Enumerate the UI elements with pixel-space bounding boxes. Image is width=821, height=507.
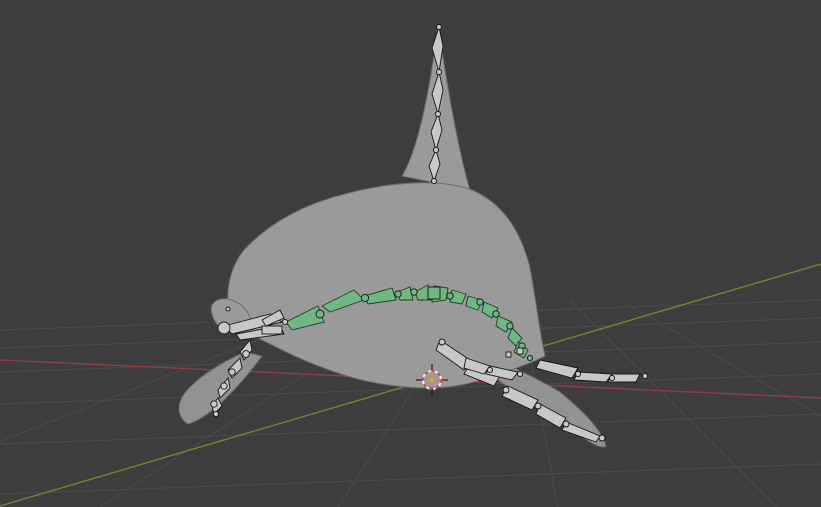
joint-rflip-5[interactable] [562, 420, 570, 428]
joint-spine-7[interactable] [476, 298, 484, 306]
joint-spine-3[interactable] [394, 290, 402, 298]
3d-viewport[interactable] [0, 0, 821, 507]
joint-rflip-6[interactable] [598, 434, 606, 442]
joint-rflip-4[interactable] [534, 402, 542, 410]
joint-spine-9[interactable] [506, 322, 514, 330]
joint-spine-4[interactable] [410, 288, 418, 296]
viewport-canvas[interactable] [0, 0, 821, 507]
joint-lflip-3[interactable] [220, 382, 228, 390]
joint-rflip-3[interactable] [502, 386, 510, 394]
joint-tail-1[interactable] [486, 366, 494, 374]
joint-head-root[interactable] [217, 321, 231, 335]
joint-lflip-2[interactable] [228, 368, 236, 376]
joint-tail-root-2[interactable] [505, 351, 512, 358]
joint-spine-5[interactable] [427, 286, 441, 300]
joint-head-2[interactable] [281, 318, 289, 326]
joint-tail-tip[interactable] [642, 373, 648, 379]
joint-rflip-1[interactable] [438, 338, 446, 346]
joint-dorsal-3[interactable] [432, 146, 440, 154]
joint-dorsal-1[interactable] [435, 68, 443, 76]
joint-dorsal-2[interactable] [434, 110, 442, 118]
joint-spine-2[interactable] [360, 293, 370, 303]
joint-tail-4[interactable] [608, 374, 616, 382]
joint-spine-8[interactable] [492, 310, 500, 318]
joint-lflip-4[interactable] [210, 400, 218, 408]
joint-tail-2[interactable] [516, 370, 524, 378]
joint-eye[interactable] [225, 306, 231, 312]
joint-tail-root[interactable] [516, 347, 524, 355]
joint-spine-6[interactable] [446, 292, 454, 300]
joint-spine-11[interactable] [526, 354, 534, 362]
joint-tail-3[interactable] [574, 370, 582, 378]
joint-spine-1[interactable] [315, 309, 325, 319]
joint-lflip-5[interactable] [212, 410, 220, 418]
joint-dorsal-tip[interactable] [436, 24, 442, 30]
joint-lflip-1[interactable] [242, 350, 250, 358]
bone-jaw-2[interactable] [261, 325, 283, 335]
joint-dorsal-4[interactable] [430, 177, 438, 185]
